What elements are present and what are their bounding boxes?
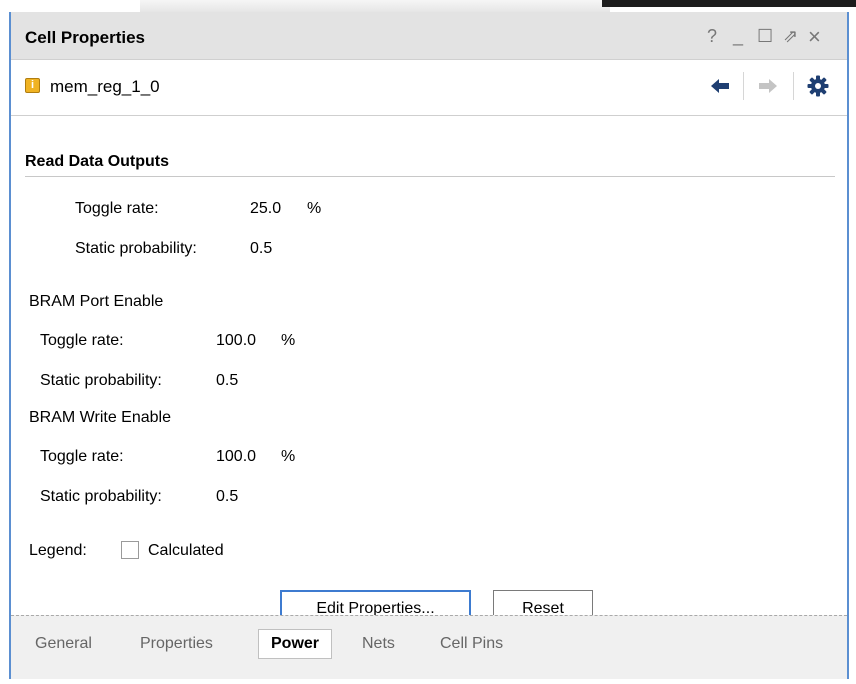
background-dark-fragment: [602, 0, 856, 7]
read-toggle-rate-label: Toggle rate:: [75, 200, 159, 217]
cell-header: i mem_reg_1_0: [11, 60, 847, 116]
close-icon[interactable]: ×: [808, 24, 821, 50]
legend-calculated-swatch: [121, 541, 139, 559]
read-static-probability-value[interactable]: 0.5: [250, 240, 272, 258]
write-static-probability-label: Static probability:: [40, 488, 162, 505]
gear-icon[interactable]: [806, 74, 830, 98]
background-strip: [0, 0, 856, 13]
write-toggle-rate-label: Toggle rate:: [40, 448, 124, 465]
maximize-icon[interactable]: ☐: [757, 26, 773, 47]
tab-power[interactable]: Power: [258, 629, 333, 659]
read-toggle-rate-value[interactable]: 25.0: [250, 200, 281, 218]
legend-calculated-label: Calculated: [148, 542, 224, 559]
tab-cell-pins[interactable]: Cell Pins: [440, 629, 503, 659]
title-bar: Cell Properties ? _ ☐ ⇗ ×: [11, 12, 847, 60]
nav-divider: [743, 72, 744, 100]
legend-label: Legend:: [29, 542, 87, 559]
bram-port-enable-heading: BRAM Port Enable: [29, 293, 164, 310]
bram-write-enable-heading: BRAM Write Enable: [29, 409, 171, 426]
write-toggle-rate-value[interactable]: 100.0: [216, 448, 256, 466]
float-icon[interactable]: ⇗: [783, 26, 798, 47]
section-divider: [25, 176, 835, 177]
read-data-outputs-heading: Read Data Outputs: [25, 153, 170, 170]
forward-arrow-icon[interactable]: [756, 74, 780, 98]
minimize-icon[interactable]: _: [733, 26, 743, 47]
port-toggle-rate-value[interactable]: 100.0: [216, 332, 256, 350]
port-static-probability-value[interactable]: 0.5: [216, 372, 238, 390]
tab-nets[interactable]: Nets: [362, 629, 395, 659]
back-arrow-icon[interactable]: [708, 74, 732, 98]
read-static-probability-label: Static probability:: [75, 240, 197, 257]
write-toggle-rate-unit: %: [281, 448, 296, 465]
read-toggle-rate-unit: %: [307, 200, 322, 217]
tab-properties[interactable]: Properties: [140, 629, 213, 659]
power-panel: Read Data Outputs Toggle rate: 25.0 % St…: [11, 116, 847, 628]
port-toggle-rate-unit: %: [281, 332, 296, 349]
port-toggle-rate-label: Toggle rate:: [40, 332, 124, 349]
tab-general[interactable]: General: [35, 629, 92, 659]
window-title: Cell Properties: [25, 28, 145, 47]
port-static-probability-label: Static probability:: [40, 372, 162, 389]
help-icon[interactable]: ?: [707, 26, 717, 47]
nav-divider: [793, 72, 794, 100]
cell-type-icon: i: [25, 78, 40, 93]
cell-name: mem_reg_1_0: [50, 77, 160, 96]
write-static-probability-value[interactable]: 0.5: [216, 488, 238, 506]
cell-properties-window: Cell Properties ? _ ☐ ⇗ × i mem_reg_1_0: [9, 12, 849, 679]
tab-bar: General Properties Power Nets Cell Pins: [11, 615, 847, 679]
